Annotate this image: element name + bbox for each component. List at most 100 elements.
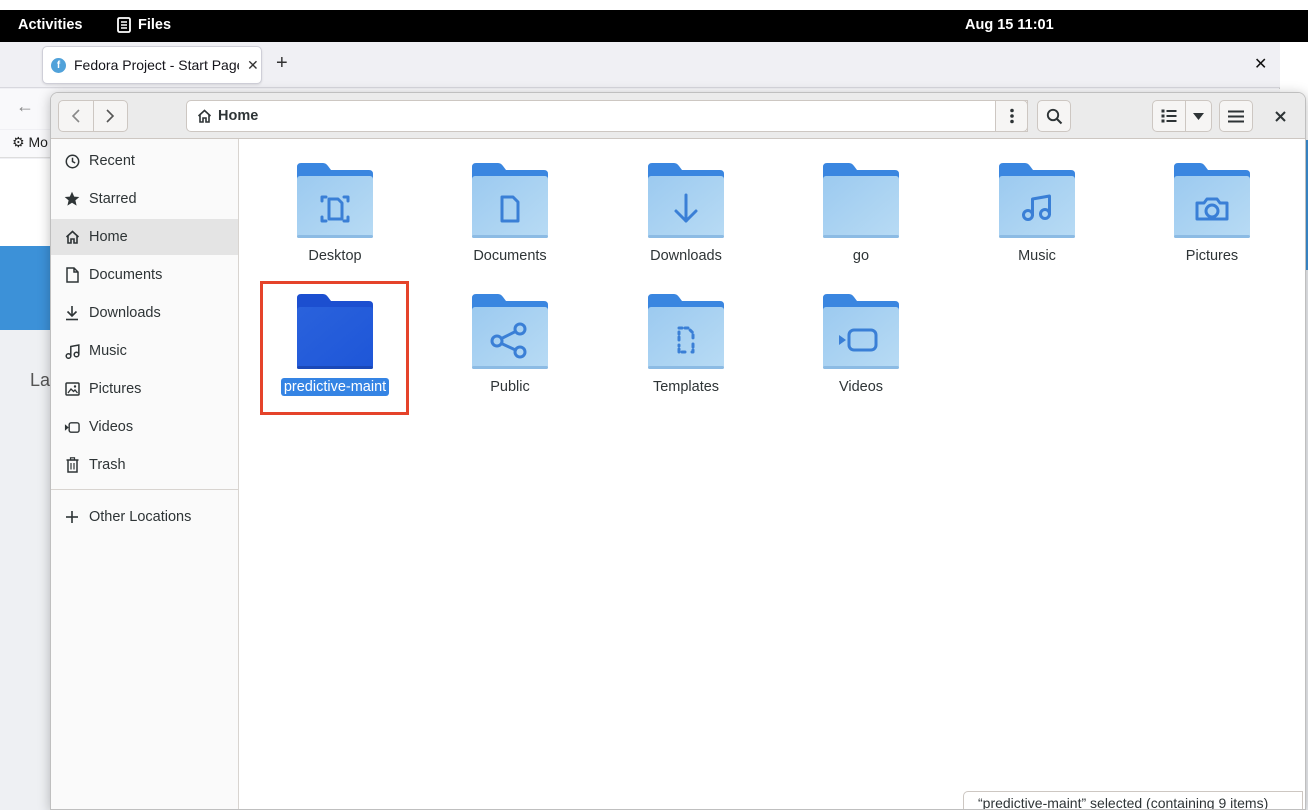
screen-top-strip xyxy=(0,0,1308,10)
chevron-right-icon xyxy=(106,109,115,123)
folder-icon xyxy=(1172,161,1252,241)
folder-item[interactable]: Public xyxy=(435,292,585,416)
folder-label: Downloads xyxy=(650,248,722,264)
folder-item[interactable]: Videos xyxy=(786,292,936,416)
folder-icon xyxy=(646,161,726,241)
sidebar-item-documents[interactable]: Documents xyxy=(51,257,238,293)
sidebar-item-downloads[interactable]: Downloads xyxy=(51,295,238,331)
clock[interactable]: Aug 15 11:01 xyxy=(965,17,1054,33)
folder-item[interactable]: Pictures xyxy=(1137,161,1287,285)
sidebar-item-label: Other Locations xyxy=(89,509,192,525)
path-home-label: Home xyxy=(218,108,259,124)
nav-buttons xyxy=(58,100,128,132)
folder-icon xyxy=(295,161,375,241)
sidebar-item-label: Pictures xyxy=(89,381,142,397)
sidebar-item-music[interactable]: Music xyxy=(51,333,238,369)
sidebar-item-label: Videos xyxy=(89,419,134,435)
sidebar-item-other-locations[interactable]: Other Locations xyxy=(51,499,238,535)
download-icon xyxy=(64,305,80,321)
folder-item[interactable]: Music xyxy=(962,161,1112,285)
sidebar-item-label: Home xyxy=(89,229,128,245)
folder-label: go xyxy=(852,248,870,264)
sidebar-item-home[interactable]: Home xyxy=(51,219,238,255)
folder-item[interactable]: go xyxy=(786,161,936,285)
folder-item[interactable]: Downloads xyxy=(611,161,761,285)
sidebar-item-label: Recent xyxy=(89,153,135,169)
folder-icon xyxy=(295,292,375,372)
sidebar-item-recent[interactable]: Recent xyxy=(51,143,238,179)
folder-label: Videos xyxy=(838,379,884,395)
folder-label: predictive-maint xyxy=(280,378,390,396)
chevron-left-icon xyxy=(71,109,80,123)
folder-icon xyxy=(997,161,1077,241)
places-sidebar: Other Locations Recent Starred Home Documen… xyxy=(51,139,239,809)
files-window: Home Other Locations Recent Starred Home… xyxy=(50,92,1306,810)
home-icon xyxy=(64,229,80,245)
activities-button[interactable]: Activities xyxy=(18,17,82,33)
browser-back-icon[interactable]: ← xyxy=(16,96,34,117)
folder-label: Documents xyxy=(473,248,547,264)
fedora-favicon-icon: f xyxy=(51,57,66,73)
folder-item[interactable]: Documents xyxy=(435,161,585,285)
browser-tab[interactable]: f Fedora Project - Start Page ✕ xyxy=(42,46,262,84)
music-icon xyxy=(64,343,80,359)
folder-item[interactable]: predictive-maint xyxy=(260,292,410,416)
trash-icon xyxy=(64,457,80,473)
sidebar-item-label: Documents xyxy=(89,267,163,283)
sidebar-item-label: Downloads xyxy=(89,305,161,321)
folder-icon xyxy=(821,161,901,241)
browser-close-icon[interactable]: ✕ xyxy=(1254,54,1267,74)
view-options-button[interactable] xyxy=(1185,101,1211,131)
page-text-partial: La xyxy=(30,370,51,390)
triangle-down-icon xyxy=(1193,112,1205,120)
list-view-icon xyxy=(1161,109,1177,123)
document-icon xyxy=(64,267,80,283)
folder-icon xyxy=(821,292,901,372)
folder-label: Desktop xyxy=(308,248,362,264)
close-icon xyxy=(1274,110,1286,122)
back-button[interactable] xyxy=(59,101,93,131)
main-menu-button[interactable] xyxy=(1219,100,1253,132)
folder-label: Pictures xyxy=(1185,248,1239,264)
path-menu-button[interactable] xyxy=(995,100,1028,132)
sidebar-item-pictures[interactable]: Pictures xyxy=(51,371,238,407)
gnome-top-panel: Activities Files Aug 15 11:01 xyxy=(0,10,1308,42)
search-button[interactable] xyxy=(1037,100,1071,132)
star-icon xyxy=(64,191,80,207)
folder-icon xyxy=(646,292,726,372)
sidebar-item-label: Trash xyxy=(89,457,126,473)
list-view-button[interactable] xyxy=(1153,101,1185,131)
window-close-button[interactable] xyxy=(1271,107,1289,125)
search-icon xyxy=(1046,108,1062,124)
folder-item[interactable]: Desktop xyxy=(260,161,410,285)
forward-button[interactable] xyxy=(92,101,128,131)
clock-icon xyxy=(64,153,80,169)
path-bar[interactable]: Home xyxy=(186,100,1028,132)
app-menu-label: Files xyxy=(138,17,172,33)
sidebar-item-videos[interactable]: Videos xyxy=(51,409,238,445)
folder-label: Templates xyxy=(652,379,720,395)
hamburger-menu-icon xyxy=(1228,110,1244,122)
folder-label: Public xyxy=(490,379,530,395)
bookmark-item[interactable]: ⚙ Mo xyxy=(12,134,48,151)
files-app-icon xyxy=(117,17,131,33)
status-floating-bar: “predictive-maint” selected (containing … xyxy=(963,791,1303,809)
browser-tab-title: Fedora Project - Start Page xyxy=(74,57,239,73)
sidebar-divider xyxy=(51,489,238,490)
sidebar-item-trash[interactable]: Trash xyxy=(51,447,238,483)
folder-item[interactable]: Templates xyxy=(611,292,761,416)
picture-icon xyxy=(64,381,80,397)
app-menu[interactable]: Files xyxy=(117,17,171,33)
header-bar: Home xyxy=(51,93,1305,139)
vertical-dots-icon xyxy=(1009,108,1014,124)
new-tab-button[interactable]: + xyxy=(276,52,288,75)
tab-close-icon[interactable]: ✕ xyxy=(247,57,259,74)
folder-icon xyxy=(470,161,550,241)
bookmark-label: Mo xyxy=(28,134,48,150)
home-icon xyxy=(197,109,212,123)
file-icon-grid: Desktop Documents Downloads go Music Pictures… xyxy=(240,139,1305,809)
sidebar-item-starred[interactable]: Starred xyxy=(51,181,238,217)
folder-label: Music xyxy=(1018,248,1056,264)
folder-icon xyxy=(470,292,550,372)
sidebar-item-label: Music xyxy=(89,343,127,359)
